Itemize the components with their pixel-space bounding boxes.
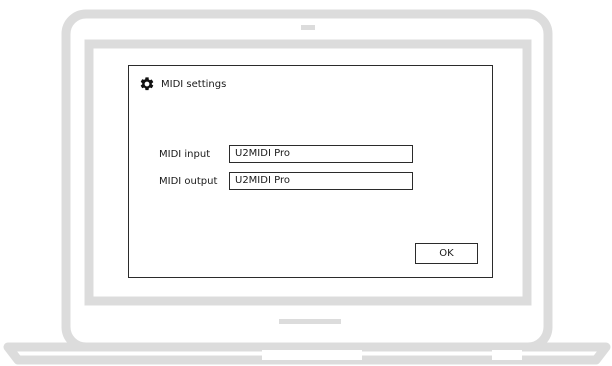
midi-output-field[interactable]: U2MIDI Pro bbox=[229, 172, 413, 190]
ok-button[interactable]: OK bbox=[415, 243, 478, 264]
laptop-base-notch-right bbox=[492, 350, 522, 360]
laptop-camera bbox=[301, 25, 315, 30]
midi-output-row: MIDI output U2MIDI Pro bbox=[159, 172, 413, 190]
midi-input-label: MIDI input bbox=[159, 148, 211, 160]
gear-icon bbox=[139, 76, 155, 92]
midi-input-field[interactable]: U2MIDI Pro bbox=[229, 145, 413, 163]
midi-output-label: MIDI output bbox=[159, 175, 218, 187]
midi-input-row: MIDI input U2MIDI Pro bbox=[159, 145, 413, 163]
midi-settings-dialog: MIDI settings MIDI input U2MIDI Pro MIDI… bbox=[128, 65, 493, 278]
laptop-base-notch bbox=[262, 350, 362, 360]
dialog-title-text: MIDI settings bbox=[161, 78, 227, 90]
dialog-title: MIDI settings bbox=[139, 76, 226, 92]
laptop-trackpad-line bbox=[279, 319, 341, 324]
